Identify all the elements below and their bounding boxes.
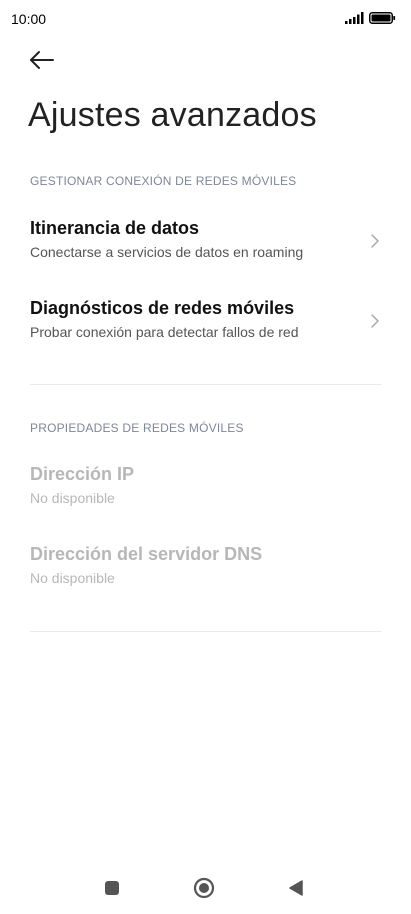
battery-full-icon [369,12,396,24]
page-title: Ajustes avanzados [28,96,317,134]
back-nav-button[interactable] [282,874,310,902]
item-subtitle: Probar conexión para detectar fallos de … [30,324,299,340]
square-icon [105,881,119,895]
list-item-network-diagnostics[interactable]: Diagnósticos de redes móviles Probar con… [0,290,411,354]
divider [30,631,382,632]
circle-icon [193,877,215,899]
item-subtitle: Conectarse a servicios de datos en roami… [30,244,304,260]
item-title: Dirección del servidor DNS [30,544,263,564]
section-header-properties: PROPIEDADES DE REDES MÓVILES [30,421,244,435]
item-title: Dirección IP [30,464,135,484]
item-title: Diagnósticos de redes móviles [30,298,295,318]
signal-bars-icon [345,12,364,24]
chevron-right-icon [371,314,379,328]
list-item-data-roaming[interactable]: Itinerancia de datos Conectarse a servic… [0,210,411,274]
recents-button[interactable] [98,874,126,902]
divider [30,384,382,385]
back-button[interactable] [26,44,58,76]
home-button[interactable] [190,874,218,902]
triangle-back-icon [289,880,303,896]
item-subtitle: No disponible [30,570,115,586]
status-time: 10:00 [11,11,47,27]
list-item-dns-server: Dirección del servidor DNS No disponible [0,536,411,600]
chevron-right-icon [371,234,379,248]
status-bar: 10:00 [0,0,411,36]
navigation-bar [0,860,411,914]
item-subtitle: No disponible [30,490,115,506]
section-header-manage: GESTIONAR CONEXIÓN DE REDES MÓVILES [30,174,297,188]
arrow-left-icon [30,51,54,69]
item-title: Itinerancia de datos [30,218,200,238]
list-item-ip-address: Dirección IP No disponible [0,456,411,520]
